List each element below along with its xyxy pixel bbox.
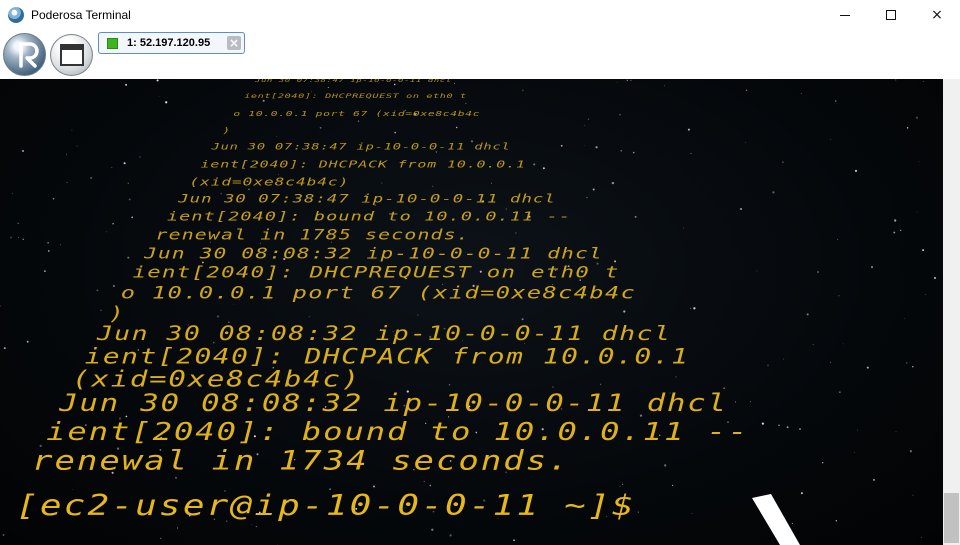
terminal-line: Jun 30 07:38:47 ip-10-0-0-11 dhcl: [255, 79, 452, 84]
terminal-line: renewal in 1734 seconds.: [32, 445, 571, 477]
cursor-icon: [752, 494, 800, 545]
terminal-line: ): [108, 302, 126, 324]
terminal-line: Jun 30 07:38:47 ip-10-0-0-11 dhcl: [211, 141, 511, 153]
terminal-line: ient[2040]: DHCPREQUEST on eth0 t: [132, 263, 620, 283]
terminal-line: (xid=0xe8c4b4c): [189, 175, 350, 188]
terminal-line: Jun 30 08:08:32 ip-10-0-0-11 dhcl: [96, 322, 672, 345]
new-connection-button[interactable]: [3, 33, 46, 76]
tab-label: 1: 52.197.120.95: [127, 37, 211, 49]
terminal-line: ): [222, 125, 231, 136]
close-icon: ×: [931, 7, 943, 23]
terminal-line: [ec2-user@ip-10-0-0-11 ~]$: [16, 489, 636, 522]
poderosa-app-icon: [8, 7, 24, 23]
terminal-line: ient[2040]: DHCPACK from 10.0.0.1: [84, 343, 690, 369]
title-bar: Poderosa Terminal ×: [0, 0, 960, 30]
minimize-icon: [840, 14, 850, 16]
tab-connection-1[interactable]: 1: 52.197.120.95 ×: [98, 32, 245, 54]
terminal-output: Jun 30 07:38:47 ip-10-0-0-11 dhcl ient[20…: [0, 79, 943, 545]
new-window-icon: [60, 44, 84, 66]
terminal-line: ient[2040]: bound to 10.0.0.11 --: [166, 209, 572, 224]
minimize-button[interactable]: [822, 0, 868, 30]
maximize-icon: [886, 10, 896, 20]
scrollbar-thumb[interactable]: [944, 493, 959, 543]
new-window-button[interactable]: [50, 34, 93, 76]
terminal-line: renewal in 1785 seconds.: [155, 226, 470, 244]
tab-close-button[interactable]: ×: [227, 36, 241, 50]
terminal-line: ient[2040]: DHCPACK from 10.0.0.1: [200, 158, 526, 171]
connection-status-icon: [107, 38, 118, 49]
terminal-line: (xid=0xe8c4b4c): [72, 366, 362, 393]
terminal-line: Jun 30 08:08:32 ip-10-0-0-11 dhcl: [59, 389, 728, 417]
window-title: Poderosa Terminal: [31, 8, 131, 22]
terminal-line: ient[2040]: DHCPREQUEST on eth0 t: [244, 93, 467, 101]
terminal-line: o 10.0.0.1 port 67 (xid=0xe8c4b4c: [120, 282, 637, 304]
close-button[interactable]: ×: [914, 0, 960, 30]
maximize-button[interactable]: [868, 0, 914, 30]
terminal-line: Jun 30 07:38:47 ip-10-0-0-11 dhcl: [178, 191, 556, 206]
terminal-view[interactable]: Jun 30 07:38:47 ip-10-0-0-11 dhcl ient[20…: [0, 79, 943, 545]
terminal-line: o 10.0.0.1 port 67 (xid=0xe8c4b4c: [233, 109, 481, 118]
terminal-line: ient[2040]: bound to 10.0.0.11 --: [46, 415, 750, 446]
new-connection-icon: [19, 42, 39, 68]
vertical-scrollbar[interactable]: [943, 79, 960, 545]
terminal-line: Jun 30 08:08:32 ip-10-0-0-11 dhcl: [144, 244, 603, 262]
